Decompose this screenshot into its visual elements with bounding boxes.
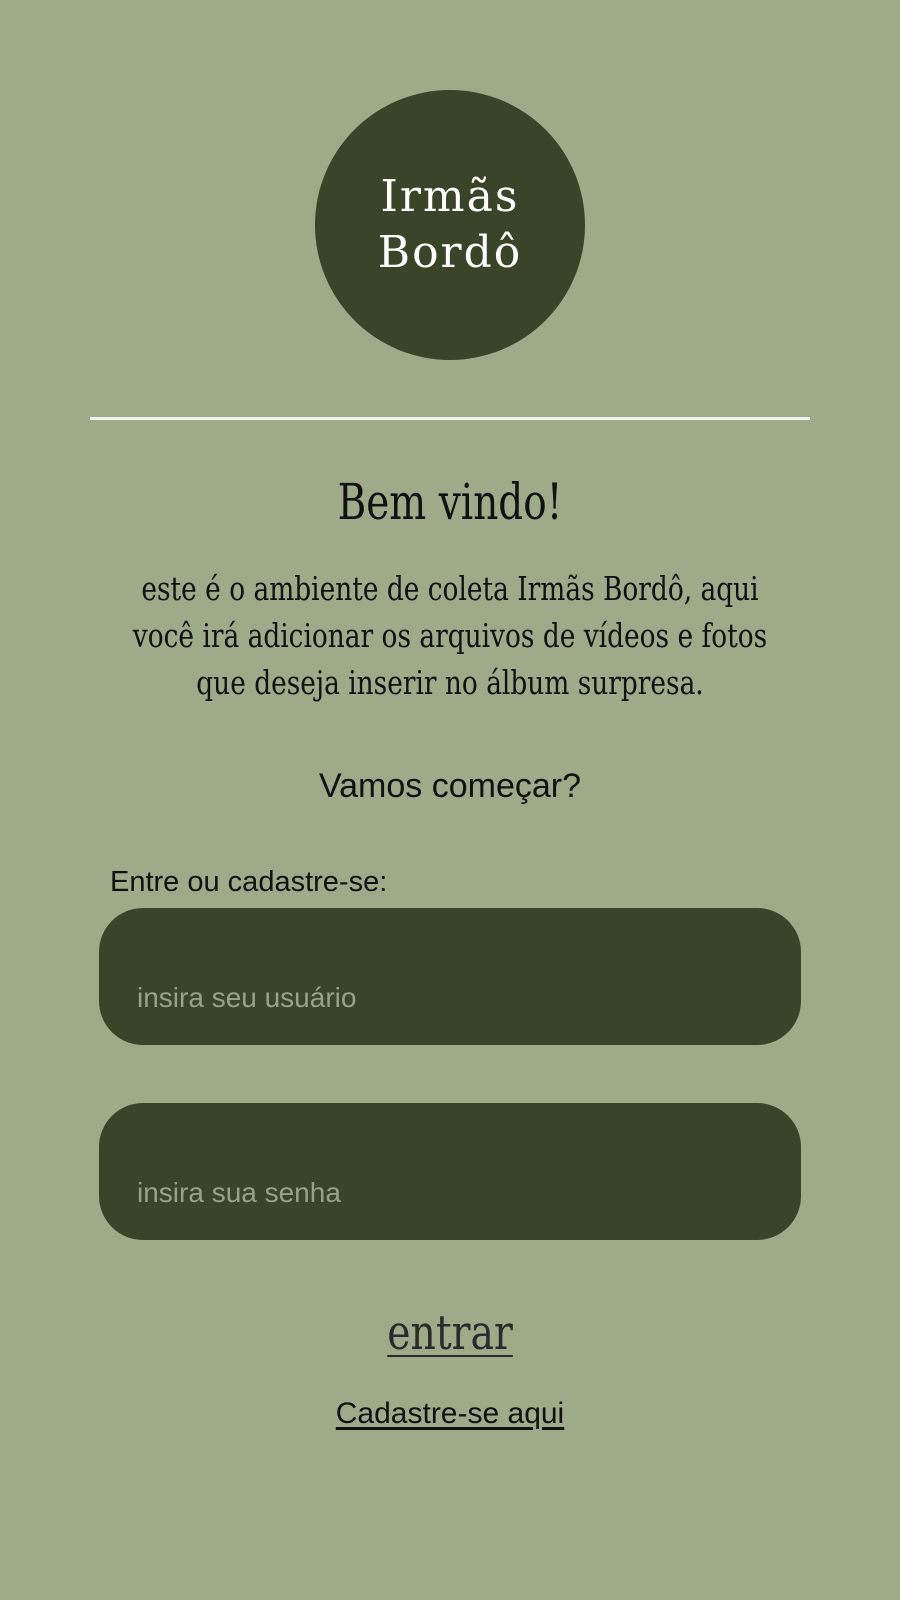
brand-name-line-1: Irmãs bbox=[380, 171, 520, 222]
login-page: { "brand": { "line1": "Irmãs", "line2": … bbox=[0, 0, 900, 1600]
enter-link[interactable]: entrar bbox=[81, 1297, 819, 1369]
username-input[interactable] bbox=[99, 908, 801, 1045]
password-input[interactable] bbox=[99, 1103, 801, 1240]
intro-text: este é o ambiente de coleta Irmãs Bordô,… bbox=[132, 569, 768, 702]
section-divider bbox=[90, 417, 810, 420]
signup-link[interactable]: Cadastre-se aqui bbox=[0, 1392, 900, 1436]
login-label: Entre ou cadastre-se: bbox=[110, 866, 388, 898]
welcome-heading: Bem vindo! bbox=[337, 473, 563, 531]
brand-logo: Irmãs Bordô bbox=[315, 90, 585, 360]
brand-name-line-2: Bordô bbox=[377, 227, 523, 278]
start-prompt: Vamos começar? bbox=[318, 767, 582, 805]
